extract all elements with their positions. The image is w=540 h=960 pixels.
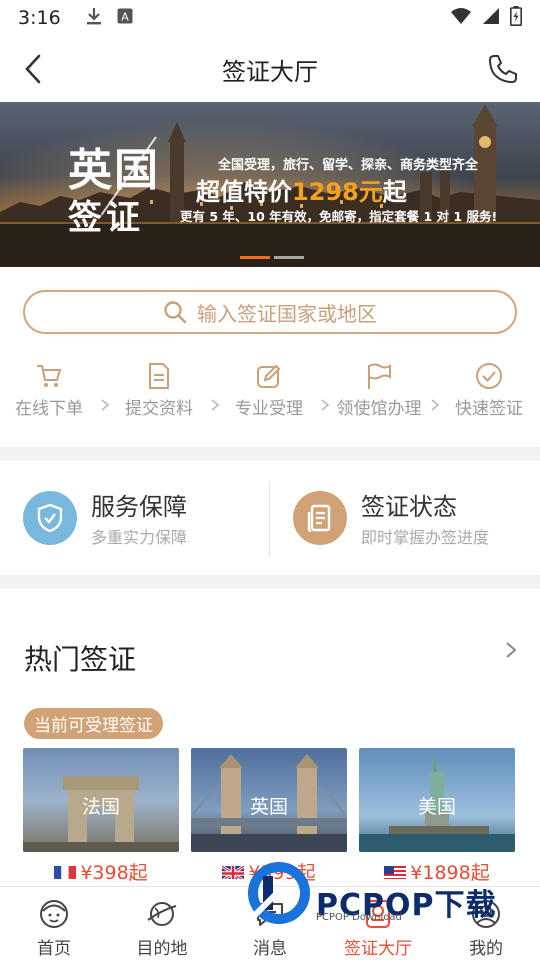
visa-card-uk[interactable]: 英国 (191, 748, 347, 852)
vertical-divider (269, 482, 270, 556)
visa-hall-icon (366, 900, 390, 928)
font-icon: A (117, 7, 133, 29)
back-button[interactable] (18, 52, 48, 86)
step-online-order[interactable]: 在线下单 (1, 362, 97, 419)
profile-icon (472, 900, 500, 928)
chevron-right-icon (431, 399, 440, 411)
tab-messages[interactable]: 消息 (216, 887, 324, 960)
visa-card-usa[interactable]: 美国 (359, 748, 515, 852)
search-icon (164, 301, 187, 324)
phone-icon (489, 55, 517, 83)
status-bar: 3:16 A (0, 0, 540, 36)
visa-price-usa[interactable]: ¥1898起 (359, 858, 515, 885)
visa-card-france[interactable]: 法国 (23, 748, 179, 852)
tab-visa-hall[interactable]: 签证大厅 (324, 887, 432, 960)
carousel-dot-active (240, 256, 270, 259)
nav-bar: 签证大厅 (0, 36, 540, 102)
visa-status[interactable]: 签证状态 即时掌握办签进度 (293, 460, 489, 575)
service-subtitle: 多重实力保障 (91, 528, 188, 547)
wifi-icon (450, 7, 472, 30)
banner-line2: 超值特价1298元起 (196, 178, 407, 206)
svg-text:A: A (121, 11, 129, 24)
hot-visas-section: 热门签证 当前可受理签证 法国 ¥398起 英国 ¥399起 美国 ¥1898起 (0, 592, 540, 885)
step-professional-processing[interactable]: 专业受理 (221, 362, 317, 419)
carousel-dot (274, 256, 304, 259)
message-icon (257, 903, 283, 926)
chevron-right-icon (211, 399, 220, 411)
search-input[interactable]: 输入签证国家或地区 (23, 290, 517, 334)
tab-destination[interactable]: 目的地 (108, 887, 216, 960)
available-visas-badge: 当前可受理签证 (24, 708, 163, 739)
promo-banner[interactable]: 英国 签证 全国受理，旅行、留学、探亲、商务类型齐全 超值特价1298元起 更有… (0, 102, 540, 267)
cart-icon (37, 365, 62, 387)
card-country-name: 法国 (81, 796, 120, 818)
service-subtitle: 即时掌握办签进度 (361, 528, 490, 547)
banner-headline: 英国 (68, 145, 160, 196)
chevron-right-icon[interactable] (504, 640, 518, 660)
search-placeholder: 输入签证国家或地区 (197, 301, 377, 326)
banner-subheadline: 签证 (68, 198, 144, 238)
page-title: 签证大厅 (222, 57, 318, 86)
banner-line3: 更有 5 年、10 年有效，免邮寄，指定套餐 1 对 1 服务! (180, 209, 498, 224)
edit-icon (257, 364, 281, 388)
check-circle-icon (476, 363, 502, 389)
battery-icon (510, 5, 522, 31)
service-title: 服务保障 (91, 493, 187, 521)
uk-flag-icon (222, 864, 245, 879)
carousel-indicator (240, 256, 304, 259)
flag-icon (368, 363, 391, 389)
phone-button[interactable] (486, 52, 520, 86)
bottom-tab-bar: 首页 目的地 消息 签证大厅 我的 (0, 886, 540, 960)
tab-home[interactable]: 首页 (0, 887, 108, 960)
signal-icon (482, 7, 500, 30)
status-time: 3:16 (18, 7, 61, 29)
chevron-right-icon (101, 399, 110, 411)
banner-line1: 全国受理，旅行、留学、探亲、商务类型齐全 (218, 158, 479, 173)
us-flag-icon (384, 864, 407, 879)
service-guarantee-badge (23, 490, 77, 545)
visa-price-france[interactable]: ¥398起 (23, 858, 179, 885)
process-steps: 在线下单 提交资料 专业受理 领使馆办理 快速签证 (0, 362, 540, 422)
card-country-name: 美国 (417, 796, 456, 818)
clipboard-icon (307, 504, 331, 532)
step-submit-materials[interactable]: 提交资料 (111, 362, 207, 419)
shield-icon (37, 503, 63, 532)
section-title: 热门签证 (24, 643, 137, 676)
france-flag-icon (54, 864, 77, 879)
chevron-right-icon (321, 399, 330, 411)
visa-hall-screen: 3:16 A 签证大厅 英国 签证 全国受理，旅行、留学、探亲、商务类型齐全 超… (0, 0, 540, 960)
planet-icon (147, 902, 177, 926)
visa-price-uk[interactable]: ¥399起 (191, 858, 347, 885)
banner-price: 1298元 (292, 178, 383, 206)
tab-profile[interactable]: 我的 (432, 887, 540, 960)
section-divider (0, 447, 540, 461)
step-fast-visa[interactable]: 快速签证 (441, 362, 537, 419)
chevron-left-icon (25, 54, 41, 84)
step-embassy-processing[interactable]: 领使馆办理 (331, 362, 427, 419)
services-row: 服务保障 多重实力保障 签证状态 即时掌握办签进度 (0, 460, 540, 575)
download-icon (85, 6, 103, 31)
card-country-name: 英国 (249, 796, 288, 818)
document-icon (149, 363, 169, 389)
service-title: 签证状态 (361, 493, 457, 521)
home-face-icon (40, 900, 68, 928)
section-divider (0, 575, 540, 589)
service-guarantee[interactable]: 服务保障 多重实力保障 (23, 460, 187, 575)
visa-status-badge (293, 490, 347, 545)
